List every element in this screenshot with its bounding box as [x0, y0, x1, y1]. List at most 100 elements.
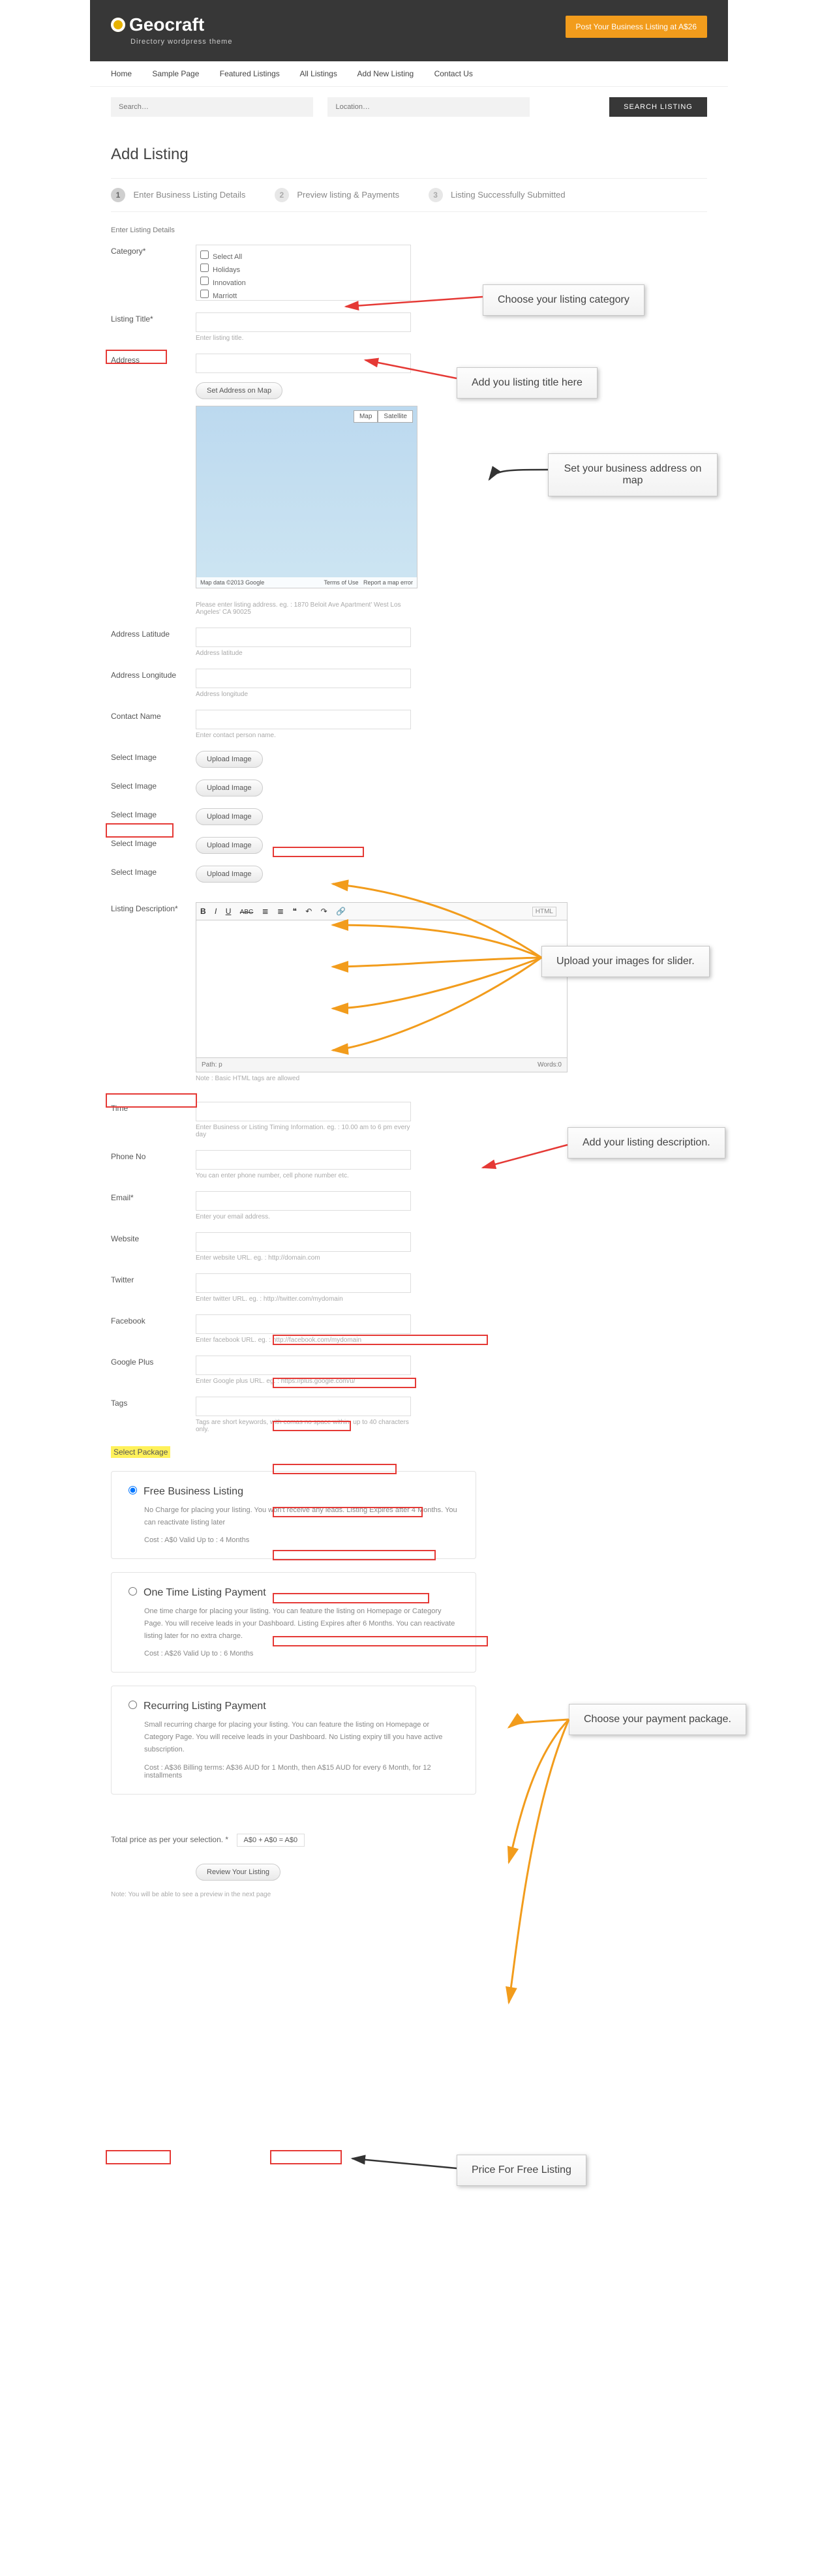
map-mode-satellite[interactable]: Satellite: [378, 410, 413, 423]
editor-body[interactable]: [196, 920, 567, 1057]
search-input[interactable]: [111, 97, 313, 117]
review-note: Note: You will be able to see a preview …: [111, 1891, 707, 1898]
twitter-input[interactable]: [196, 1273, 411, 1293]
title-input[interactable]: [196, 312, 411, 332]
row-lat: Address Latitude Address latitude: [111, 628, 707, 657]
brand-name: Geocraft: [129, 14, 204, 35]
cat-checkbox[interactable]: [200, 264, 209, 272]
lat-input[interactable]: [196, 628, 411, 647]
list-ol-icon[interactable]: ≣: [277, 907, 284, 916]
upload-image-button[interactable]: Upload Image: [196, 780, 263, 796]
upload-image-button[interactable]: Upload Image: [196, 837, 263, 854]
callout-images: Upload your images for slider.: [541, 946, 710, 977]
post-listing-button[interactable]: Post Your Business Listing at A$26: [566, 16, 707, 38]
hint-phone: You can enter phone number, cell phone n…: [196, 1172, 411, 1179]
label-address: Address: [111, 354, 196, 616]
richtext-editor[interactable]: B I U ABC ≣ ≣ ❝ ↶ ↷ 🔗 HTML: [196, 902, 568, 1072]
label-time: Time: [111, 1102, 196, 1138]
map-tou[interactable]: Terms of Use: [324, 579, 358, 586]
lng-input[interactable]: [196, 669, 411, 688]
label-image: Select Image: [111, 866, 196, 883]
select-package-label: Select Package: [111, 1446, 170, 1458]
link-icon[interactable]: 🔗: [336, 907, 346, 916]
hint-website: Enter website URL. eg. : http://domain.c…: [196, 1254, 411, 1262]
step-1-num: 1: [111, 188, 125, 202]
nav-featured[interactable]: Featured Listings: [220, 69, 280, 78]
label-facebook: Facebook: [111, 1314, 196, 1344]
label-email: Email*: [111, 1191, 196, 1220]
label-image: Select Image: [111, 837, 196, 854]
cat-checkbox[interactable]: [200, 250, 209, 259]
map-widget[interactable]: Map Satellite Map data ©2013 Google Term…: [196, 406, 417, 588]
upload-image-button[interactable]: Upload Image: [196, 751, 263, 768]
bold-icon[interactable]: B: [200, 907, 206, 916]
html-toggle[interactable]: HTML: [532, 907, 556, 917]
italic-icon[interactable]: I: [215, 907, 217, 916]
cat-option[interactable]: Marriott: [200, 288, 406, 301]
package-radio[interactable]: [129, 1587, 137, 1596]
set-address-button[interactable]: Set Address on Map: [196, 382, 282, 399]
upload-image-button[interactable]: Upload Image: [196, 866, 263, 883]
address-input[interactable]: [196, 354, 411, 373]
website-input[interactable]: [196, 1232, 411, 1252]
time-input[interactable]: [196, 1102, 411, 1121]
row-twitter: TwitterEnter twitter URL. eg. : http://t…: [111, 1273, 707, 1303]
step-3-text: Listing Successfully Submitted: [451, 190, 566, 200]
contact-input[interactable]: [196, 710, 411, 729]
list-ul-icon[interactable]: ≣: [262, 907, 269, 916]
underline-icon[interactable]: U: [226, 907, 232, 916]
package-recurring[interactable]: Recurring Listing Payment Small recurrin…: [111, 1686, 476, 1794]
map-report[interactable]: Report a map error: [363, 579, 413, 586]
cat-option[interactable]: Select All: [200, 249, 406, 262]
cat-option[interactable]: Holidays: [200, 262, 406, 275]
map-mode-map[interactable]: Map: [354, 410, 378, 423]
cat-checkbox[interactable]: [200, 277, 209, 285]
hint-tags: Tags are short keywords, with comas no s…: [196, 1419, 411, 1433]
cat-checkbox[interactable]: [200, 290, 209, 298]
package-desc: Small recurring charge for placing your …: [144, 1719, 459, 1755]
nav-add[interactable]: Add New Listing: [357, 69, 414, 78]
location-input[interactable]: [327, 97, 530, 117]
package-meta: Cost : A$36 Billing terms: A$36 AUD for …: [144, 1764, 459, 1780]
search-button[interactable]: SEARCH LISTING: [609, 97, 707, 117]
email-input[interactable]: [196, 1191, 411, 1211]
package-desc: No Charge for placing your listing. You …: [144, 1504, 459, 1528]
package-radio[interactable]: [129, 1486, 137, 1494]
nav-sample[interactable]: Sample Page: [152, 69, 199, 78]
redbox-total-label: [106, 2150, 171, 2164]
header: Post Your Business Listing at A$26 Geocr…: [90, 0, 728, 61]
quote-icon[interactable]: ❝: [292, 907, 296, 916]
label-gplus: Google Plus: [111, 1356, 196, 1385]
redo-icon[interactable]: ↷: [321, 907, 327, 916]
editor-words: Words:0: [538, 1061, 562, 1068]
nav-home[interactable]: Home: [111, 69, 132, 78]
label-lng: Address Longitude: [111, 669, 196, 698]
row-website: WebsiteEnter website URL. eg. : http://d…: [111, 1232, 707, 1262]
category-multiselect[interactable]: Select All Holidays Innovation Marriott: [196, 245, 411, 301]
package-onetime[interactable]: One Time Listing Payment One time charge…: [111, 1572, 476, 1673]
label-image: Select Image: [111, 751, 196, 768]
editor-path: Path: p: [202, 1061, 222, 1068]
hint-lat: Address latitude: [196, 650, 411, 657]
upload-image-button[interactable]: Upload Image: [196, 808, 263, 825]
undo-icon[interactable]: ↶: [305, 907, 312, 916]
callout-description: Add your listing description.: [568, 1127, 725, 1159]
label-website: Website: [111, 1232, 196, 1262]
facebook-input[interactable]: [196, 1314, 411, 1334]
cat-option[interactable]: Innovation: [200, 275, 406, 288]
map-credit: Map data ©2013 Google: [200, 579, 264, 586]
label-image: Select Image: [111, 808, 196, 825]
tags-input[interactable]: [196, 1397, 411, 1416]
nav-all[interactable]: All Listings: [299, 69, 337, 78]
strike-icon[interactable]: ABC: [240, 909, 254, 916]
review-listing-button[interactable]: Review Your Listing: [196, 1864, 280, 1881]
callout-category: Choose your listing category: [483, 284, 644, 316]
gplus-input[interactable]: [196, 1356, 411, 1375]
package-radio[interactable]: [129, 1701, 137, 1709]
nav-contact[interactable]: Contact Us: [434, 69, 473, 78]
row-image-5: Select ImageUpload Image: [111, 866, 707, 883]
hint-time: Enter Business or Listing Timing Informa…: [196, 1124, 411, 1138]
label-contact: Contact Name: [111, 710, 196, 739]
package-free[interactable]: Free Business Listing No Charge for plac…: [111, 1471, 476, 1559]
phone-input[interactable]: [196, 1150, 411, 1170]
